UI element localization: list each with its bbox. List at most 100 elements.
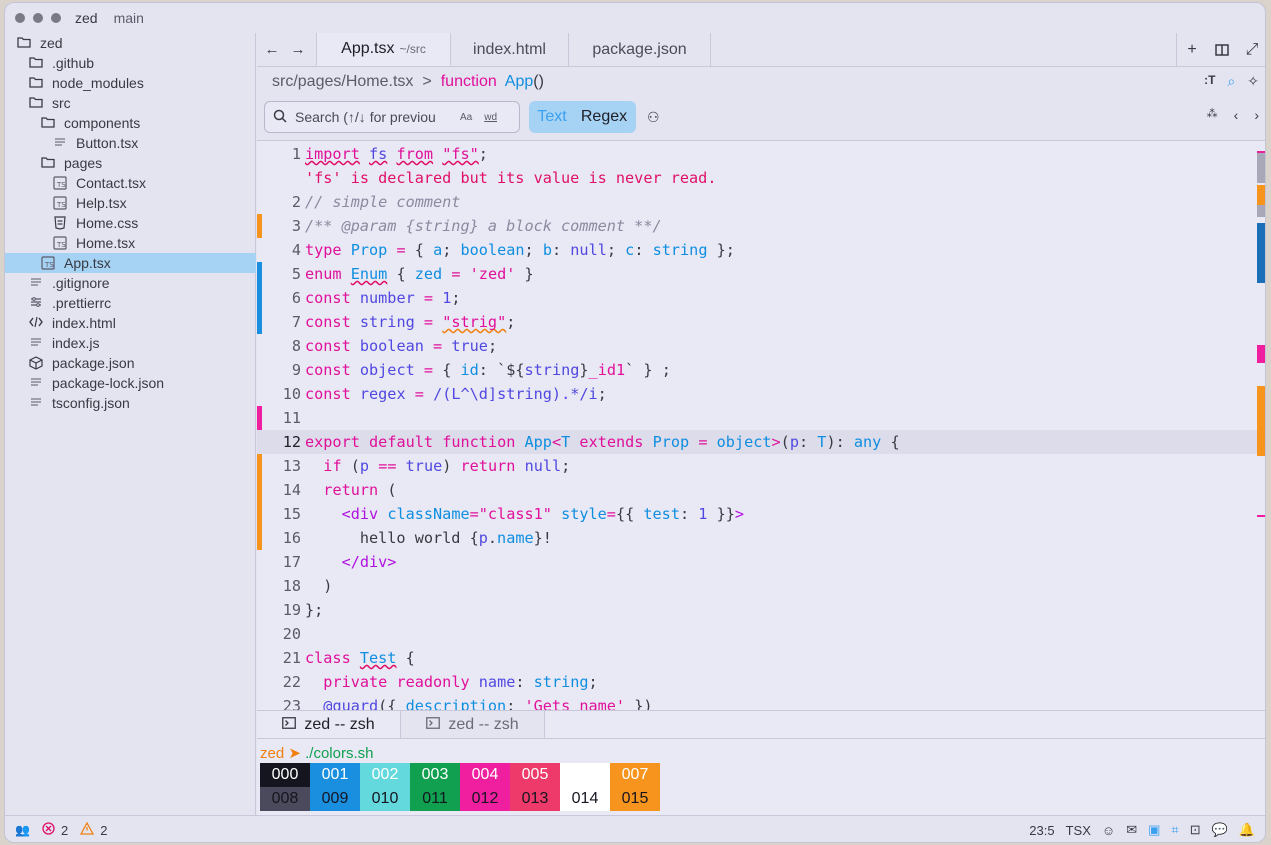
- terminal-tab[interactable]: zed -- zsh: [257, 711, 401, 738]
- line-number: 4: [291, 241, 301, 259]
- breadcrumb-symbol[interactable]: App: [505, 73, 533, 91]
- sidebar-item-package-json[interactable]: package.json: [5, 353, 256, 373]
- sidebar-item-pages[interactable]: pages: [5, 153, 256, 173]
- sidebar-item-node-modules[interactable]: node_modules: [5, 73, 256, 93]
- code-line[interactable]: 22 private readonly name: string;: [257, 670, 1257, 694]
- sidebar-item-components[interactable]: components: [5, 113, 256, 133]
- inbox-icon[interactable]: ✉: [1126, 822, 1137, 838]
- project-name[interactable]: zed: [75, 10, 98, 26]
- sidebar-item-help-tsx[interactable]: TS Help.tsx: [5, 193, 256, 213]
- code-line[interactable]: 18 ): [257, 574, 1257, 598]
- sidebar-item-app-tsx[interactable]: TS App.tsx: [5, 253, 256, 273]
- copilot-icon[interactable]: ☺: [1102, 823, 1115, 838]
- code-editor[interactable]: 1 import fs from "fs"; 'fs' is declared bu…: [257, 141, 1265, 710]
- sidebar-item-index-js[interactable]: index.js: [5, 333, 256, 353]
- sidebar-item-home-tsx[interactable]: TS Home.tsx: [5, 233, 256, 253]
- sidebar-item-button-tsx[interactable]: Button.tsx: [5, 133, 256, 153]
- cursor-position[interactable]: 23:5: [1029, 823, 1054, 838]
- sidebar-item-contact-tsx[interactable]: TS Contact.tsx: [5, 173, 256, 193]
- line-number: 18: [282, 577, 301, 595]
- type-hints-icon[interactable]: :T: [1204, 73, 1215, 90]
- code-line[interactable]: 1 import fs from "fs";: [257, 142, 1257, 166]
- code-line[interactable]: 4 type Prop = { a; boolean; b: null; c: s…: [257, 238, 1257, 262]
- collab-users-icon[interactable]: 👥: [15, 823, 30, 837]
- case-sensitive-toggle[interactable]: Aa: [460, 112, 472, 123]
- code-line[interactable]: 15 <div className="class1" style={{ test…: [257, 502, 1257, 526]
- select-all-icon[interactable]: ⁂: [1207, 107, 1218, 123]
- code-line[interactable]: 5 enum Enum { zed = 'zed' }: [257, 262, 1257, 286]
- search-input[interactable]: Search (↑/↓ for previou Aa wd: [264, 101, 520, 133]
- sidebar-item-home-css[interactable]: Home.css: [5, 213, 256, 233]
- sidebar-item-src[interactable]: src: [5, 93, 256, 113]
- code-line[interactable]: 2// simple comment: [257, 190, 1257, 214]
- diagnostics-icon[interactable]: ⌗: [1171, 822, 1178, 838]
- plus-icon[interactable]: +: [1177, 41, 1207, 59]
- branch-name[interactable]: main: [114, 10, 144, 26]
- line-number: 9: [291, 361, 301, 379]
- whole-word-toggle[interactable]: wd: [484, 112, 497, 123]
- inline-diagnostic[interactable]: 'fs' is declared but its value is never …: [257, 166, 1257, 190]
- code-line[interactable]: 3/** @param {string} a block comment **/: [257, 214, 1257, 238]
- error-count[interactable]: 2: [61, 823, 68, 838]
- close-window-button[interactable]: [15, 13, 25, 23]
- warning-icon[interactable]: [80, 821, 95, 838]
- tab-package-json[interactable]: package.json: [569, 33, 711, 66]
- sidebar-item-github[interactable]: .github: [5, 53, 256, 73]
- zoom-window-button[interactable]: [51, 13, 61, 23]
- chat-icon[interactable]: 💬: [1212, 822, 1228, 838]
- back-arrow-icon[interactable]: ←: [259, 33, 285, 66]
- sidebar-item-package-lock-json[interactable]: package-lock.json: [5, 373, 256, 393]
- sidebar-item-zed[interactable]: zed: [5, 33, 256, 53]
- color-swatch: 011: [410, 787, 460, 811]
- scrollbar[interactable]: [1257, 141, 1265, 710]
- split-pane-icon[interactable]: [1207, 41, 1237, 59]
- terminal-prompt[interactable]: zed ➤ ./colors.sh: [260, 744, 373, 762]
- previous-match-icon[interactable]: ‹: [1234, 107, 1239, 123]
- code-line[interactable]: 11: [257, 406, 1257, 430]
- forward-arrow-icon[interactable]: →: [285, 33, 311, 66]
- breadcrumb-path[interactable]: src/pages/Home.tsx: [272, 73, 413, 91]
- outline-icon[interactable]: ⊡: [1190, 822, 1201, 838]
- next-match-icon[interactable]: ›: [1254, 107, 1259, 123]
- terminal-toggle-icon[interactable]: ▣: [1148, 822, 1160, 838]
- code-line[interactable]: 14 return (: [257, 478, 1257, 502]
- code-line[interactable]: 7 const string = "strig";: [257, 310, 1257, 334]
- code-line[interactable]: 20: [257, 622, 1257, 646]
- code-line[interactable]: 13 if (p == true) return null;: [257, 454, 1257, 478]
- sidebar-item-label: node_modules: [52, 75, 144, 91]
- terminal-tabs: zed -- zsh zed -- zsh: [257, 711, 1265, 739]
- sidebar-item-prettierrc[interactable]: .prettierrc: [5, 293, 256, 313]
- language-selector[interactable]: TSX: [1066, 823, 1091, 838]
- code-line[interactable]: 16 hello world {p.name}!: [257, 526, 1257, 550]
- error-icon[interactable]: [42, 822, 55, 838]
- breadcrumb-keyword[interactable]: function: [441, 73, 497, 91]
- code-line[interactable]: 6 const number = 1;: [257, 286, 1257, 310]
- code-line[interactable]: 21 class Test {: [257, 646, 1257, 670]
- sidebar-item-index-html[interactable]: index.html: [5, 313, 256, 333]
- terminal-panel: zed -- zsh zed -- zsh zed ➤ ./colors.sh …: [257, 710, 1265, 815]
- code-line[interactable]: 12 export default function App<T extends …: [257, 430, 1257, 454]
- tab-app-tsx[interactable]: App.tsx ~/src: [316, 33, 451, 66]
- code-line[interactable]: 9 const object = { id: `${string}_id1` } …: [257, 358, 1257, 382]
- notifications-bell-icon[interactable]: 🔔: [1239, 822, 1255, 838]
- code-line[interactable]: 17 </div>: [257, 550, 1257, 574]
- code-line[interactable]: 23 @guard({ description: 'Gets name' }): [257, 694, 1257, 710]
- sidebar-item-tsconfig-json[interactable]: tsconfig.json: [5, 393, 256, 413]
- folder-open-icon: [41, 156, 55, 170]
- maximize-icon[interactable]: ⤢: [1237, 41, 1265, 59]
- assistant-wand-icon[interactable]: ✧: [1247, 73, 1259, 90]
- tab-index-html[interactable]: index.html: [451, 33, 569, 66]
- warning-count[interactable]: 2: [100, 823, 107, 838]
- select-all-matches-icon[interactable]: ⚇: [647, 109, 660, 126]
- sidebar-item-label: Contact.tsx: [76, 175, 147, 191]
- terminal-tab[interactable]: zed -- zsh: [401, 711, 545, 738]
- minimize-window-button[interactable]: [33, 13, 43, 23]
- regex-mode-button[interactable]: Regex: [575, 108, 633, 126]
- code-line[interactable]: 19};: [257, 598, 1257, 622]
- sidebar-item-gitignore[interactable]: .gitignore: [5, 273, 256, 293]
- code-line[interactable]: 10 const regex = /(L^\d]string).*/i;: [257, 382, 1257, 406]
- code-line[interactable]: 8 const boolean = true;: [257, 334, 1257, 358]
- text-mode-button[interactable]: Text: [529, 108, 575, 126]
- search-icon[interactable]: ⌕: [1227, 73, 1235, 90]
- breadcrumb[interactable]: src/pages/Home.tsx > function App (): [257, 67, 1265, 97]
